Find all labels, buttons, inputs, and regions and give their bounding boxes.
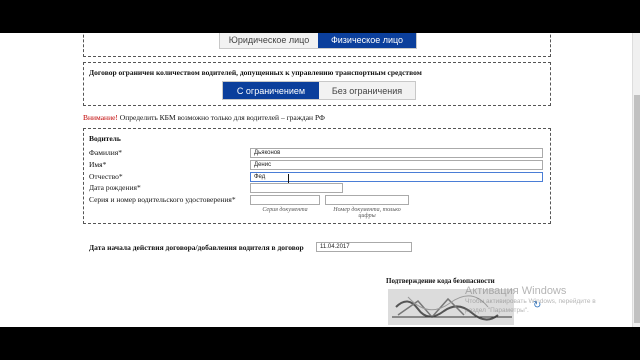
license-number-hint: Номер документа, только цифры	[333, 207, 401, 219]
captcha-title: Подтверждение кода безопасности	[386, 277, 495, 285]
license-label: Серия и номер водительского удостоверени…	[89, 195, 236, 204]
option-without-limit[interactable]: Без ограничения	[319, 82, 415, 99]
license-number-field[interactable]	[325, 195, 409, 205]
drivers-limit-title: Договор ограничен количеством водителей,…	[89, 68, 422, 77]
watermark-title: Активация Windows	[465, 285, 567, 297]
birth-date-label: Дата рождения*	[89, 183, 141, 192]
driver-section-title: Водитель	[89, 134, 121, 143]
patronymic-field[interactable]: Фед	[250, 172, 543, 182]
kbm-warning: Внимание! Определить КБМ возможно только…	[83, 113, 325, 122]
last-name-field[interactable]: Дьяконов	[250, 148, 543, 158]
warning-text: Определить КБМ возможно только для водит…	[119, 113, 325, 122]
license-series-hint: Серия документа	[262, 207, 308, 213]
patronymic-label: Отчество*	[89, 172, 123, 181]
scrollbar-thumb[interactable]	[634, 95, 640, 323]
option-with-limit[interactable]: С ограничением	[223, 82, 319, 99]
contract-start-label: Дата начала действия договора/добавления…	[89, 243, 304, 252]
watermark-line-2: раздел "Параметры".	[465, 307, 529, 314]
first-name-field[interactable]: Денис	[250, 160, 543, 170]
option-legal-entity[interactable]: Юридическое лицо	[220, 31, 318, 48]
page-scrollbar[interactable]	[632, 33, 640, 327]
birth-date-field[interactable]	[250, 183, 343, 193]
option-individual[interactable]: Физическое лицо	[318, 31, 416, 48]
warning-prefix: Внимание!	[83, 113, 118, 122]
contract-start-field[interactable]: 11.04.2017	[316, 242, 412, 252]
letterbox-top-overlay	[0, 0, 640, 33]
last-name-label: Фамилия*	[89, 148, 122, 157]
drivers-limit-toggle: С ограничением Без ограничения	[222, 81, 416, 100]
watermark-line-1: Чтобы активировать Windows, перейдите в	[465, 298, 596, 305]
first-name-label: Имя*	[89, 160, 107, 169]
letterbox-bottom	[0, 327, 640, 360]
text-cursor	[288, 174, 289, 183]
license-series-field[interactable]	[250, 195, 320, 205]
